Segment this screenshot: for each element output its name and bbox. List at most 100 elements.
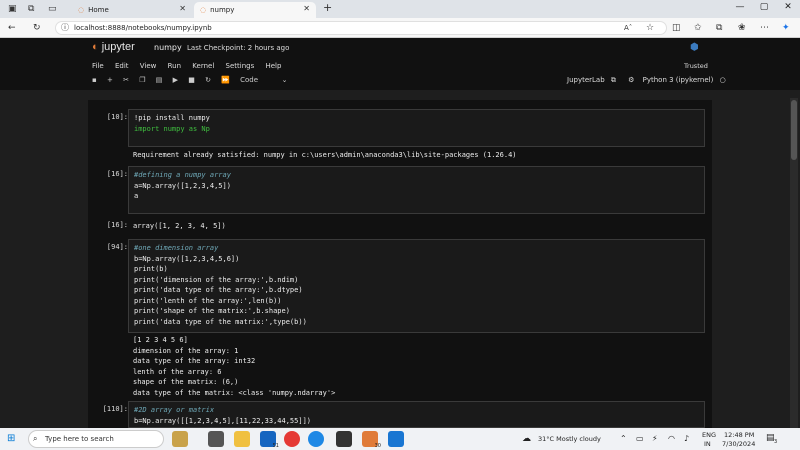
widgets-icon[interactable]	[172, 431, 188, 447]
close-tab-icon[interactable]: ✕	[179, 4, 186, 13]
jupyter-tab-icon: ◌	[200, 6, 207, 14]
mail-icon[interactable]: 51	[260, 431, 279, 449]
copy-icon[interactable]: ❐	[139, 76, 145, 84]
cell-prompt: [110]:	[102, 405, 128, 413]
kernel-area: JupyterLab ⧉ ⚙ Python 3 (ipykernel) ○	[567, 76, 726, 85]
jupyter-logo-icon: ◐	[92, 41, 99, 53]
code-line: #one dimension array	[134, 244, 219, 252]
stop-icon[interactable]: ■	[188, 76, 195, 84]
file-explorer-icon[interactable]	[234, 431, 250, 447]
menu-edit[interactable]: Edit	[115, 62, 129, 70]
language-code[interactable]: ENG	[702, 431, 716, 439]
menu-settings[interactable]: Settings	[226, 62, 255, 70]
chevron-up-icon[interactable]: ⌃	[620, 434, 627, 443]
taskbar-search[interactable]: ⌕ Type here to search	[28, 430, 164, 448]
anaconda-icon[interactable]: 30	[362, 431, 381, 449]
menu-kernel[interactable]: Kernel	[192, 62, 214, 70]
paste-icon[interactable]: ▤	[156, 76, 163, 84]
close-tab-icon[interactable]: ✕	[303, 4, 310, 13]
jupyter-app-icon[interactable]	[336, 431, 352, 447]
cell-prompt: [94]:	[106, 243, 128, 251]
clock-time[interactable]: 12:48 PM	[724, 431, 754, 439]
menu-run[interactable]: Run	[168, 62, 181, 70]
refresh-icon[interactable]: ↻	[33, 22, 41, 34]
battery-icon[interactable]: ⚡	[652, 434, 658, 443]
code-cell[interactable]: #2D array or matrix b=Np.array([[1,2,3,4…	[128, 401, 705, 428]
jupyter-header: ◐ jupyter numpy Last Checkpoint: 2 hours…	[0, 38, 800, 90]
tab-home[interactable]: ◌ Home ✕	[72, 2, 192, 18]
scrollbar[interactable]	[790, 98, 798, 428]
menu-view[interactable]: View	[140, 62, 157, 70]
settings-icon[interactable]: ⚙	[628, 76, 634, 84]
trusted-indicator[interactable]: Trusted	[684, 62, 708, 70]
tab-label: numpy	[210, 6, 235, 14]
collections-icon[interactable]: ⧉	[716, 22, 722, 34]
weather-text[interactable]: 31°C Mostly cloudy	[538, 435, 601, 443]
windows-start-icon[interactable]: ⊞	[7, 433, 15, 445]
code-cell[interactable]: #defining a numpy array a=Np.array([1,2,…	[128, 166, 705, 214]
edge-icon[interactable]	[308, 431, 324, 447]
taskbar: ⊞ ⌕ Type here to search 51 30 ☁ 31°C Mos…	[0, 428, 800, 450]
code-line: #defining a numpy array	[134, 171, 231, 179]
vscode-icon[interactable]	[388, 431, 404, 447]
split-screen-icon[interactable]: ◫	[672, 22, 681, 34]
code-line: a=Np.array([1,2,3,4,5])	[134, 181, 231, 190]
jupyter-logo[interactable]: ◐ jupyter	[92, 41, 135, 53]
run-icon[interactable]: ▶	[173, 76, 178, 84]
cell-prompt: [16]:	[106, 170, 128, 178]
menu-help[interactable]: Help	[265, 62, 281, 70]
extensions-icon[interactable]: ❀	[738, 22, 746, 34]
restart-icon[interactable]: ↻	[205, 76, 211, 84]
copilot-icon[interactable]: ✦	[782, 22, 790, 34]
favorites-icon[interactable]: ✩	[694, 22, 702, 34]
code-line: a	[134, 192, 139, 200]
info-icon: ⓘ	[61, 23, 69, 32]
cut-icon[interactable]: ✂	[123, 76, 129, 84]
app-badge: 30	[374, 443, 381, 449]
run-all-icon[interactable]: ⏩	[221, 76, 230, 84]
cell-prompt: [10]:	[106, 113, 128, 121]
url-field[interactable]: ⓘ localhost:8888/notebooks/numpy.ipynb A…	[55, 21, 667, 35]
browser-tab-bar: ▣ ⧉ ▭ ◌ Home ✕ ◌ numpy ✕ + — ▢ ✕	[0, 0, 800, 18]
cell-output: Requirement already satisfied: numpy in …	[133, 150, 517, 161]
window-menu-icon[interactable]: ▣	[8, 3, 17, 15]
workspaces-icon[interactable]: ⧉	[28, 3, 34, 15]
url-text: localhost:8888/notebooks/numpy.ipynb	[74, 24, 212, 32]
favorite-icon[interactable]: ☆	[646, 22, 654, 34]
output-line: array([1, 2, 3, 4, 5])	[133, 222, 226, 230]
clock-date[interactable]: 7/30/2024	[722, 440, 755, 448]
maximize-icon[interactable]: ▢	[754, 2, 774, 12]
python-logo-icon: ⬢	[690, 42, 699, 53]
back-icon[interactable]: ←	[8, 22, 16, 34]
output-line: data type of the matrix: <class 'numpy.n…	[133, 388, 336, 397]
scrollbar-thumb[interactable]	[791, 100, 797, 160]
tab-label: Home	[88, 6, 109, 14]
tab-actions-icon[interactable]: ▭	[48, 3, 57, 15]
cell-type-select[interactable]: Code ⌄	[240, 76, 295, 84]
new-tab-button[interactable]: +	[323, 2, 332, 14]
add-cell-icon[interactable]: +	[107, 76, 113, 84]
address-bar-row: ← ↻ ⓘ localhost:8888/notebooks/numpy.ipy…	[0, 18, 800, 38]
minimize-icon[interactable]: —	[730, 2, 750, 12]
save-icon[interactable]: ▪	[92, 76, 97, 84]
notebook-name[interactable]: numpy	[154, 43, 182, 52]
code-cell[interactable]: !pip install numpy import numpy as Np	[128, 109, 705, 147]
code-line: print(b)	[134, 265, 168, 273]
read-aloud-icon[interactable]: Aˆ	[624, 22, 632, 34]
kernel-name[interactable]: Python 3 (ipykernel)	[643, 76, 714, 84]
mail-badge: 51	[272, 443, 279, 449]
region-code[interactable]: IN	[704, 440, 711, 448]
wifi-icon[interactable]: ◠	[668, 434, 675, 443]
chrome-icon[interactable]	[284, 431, 300, 447]
menu-file[interactable]: File	[92, 62, 104, 70]
more-icon[interactable]: ⋯	[760, 22, 769, 34]
code-cell[interactable]: #one dimension array b=Np.array([1,2,3,4…	[128, 239, 705, 333]
code-line: print('shape of the matrix:',b.shape)	[134, 307, 290, 315]
notebook-toolbar: ▪ + ✂ ❐ ▤ ▶ ■ ↻ ⏩ Code ⌄	[92, 76, 304, 84]
network-icon[interactable]: ▭	[636, 434, 644, 443]
volume-icon[interactable]: ♪	[684, 434, 689, 443]
task-view-icon[interactable]	[208, 431, 224, 447]
close-window-icon[interactable]: ✕	[778, 2, 798, 12]
jupyterlab-link[interactable]: JupyterLab	[567, 76, 605, 84]
tab-numpy[interactable]: ◌ numpy ✕	[194, 2, 316, 18]
